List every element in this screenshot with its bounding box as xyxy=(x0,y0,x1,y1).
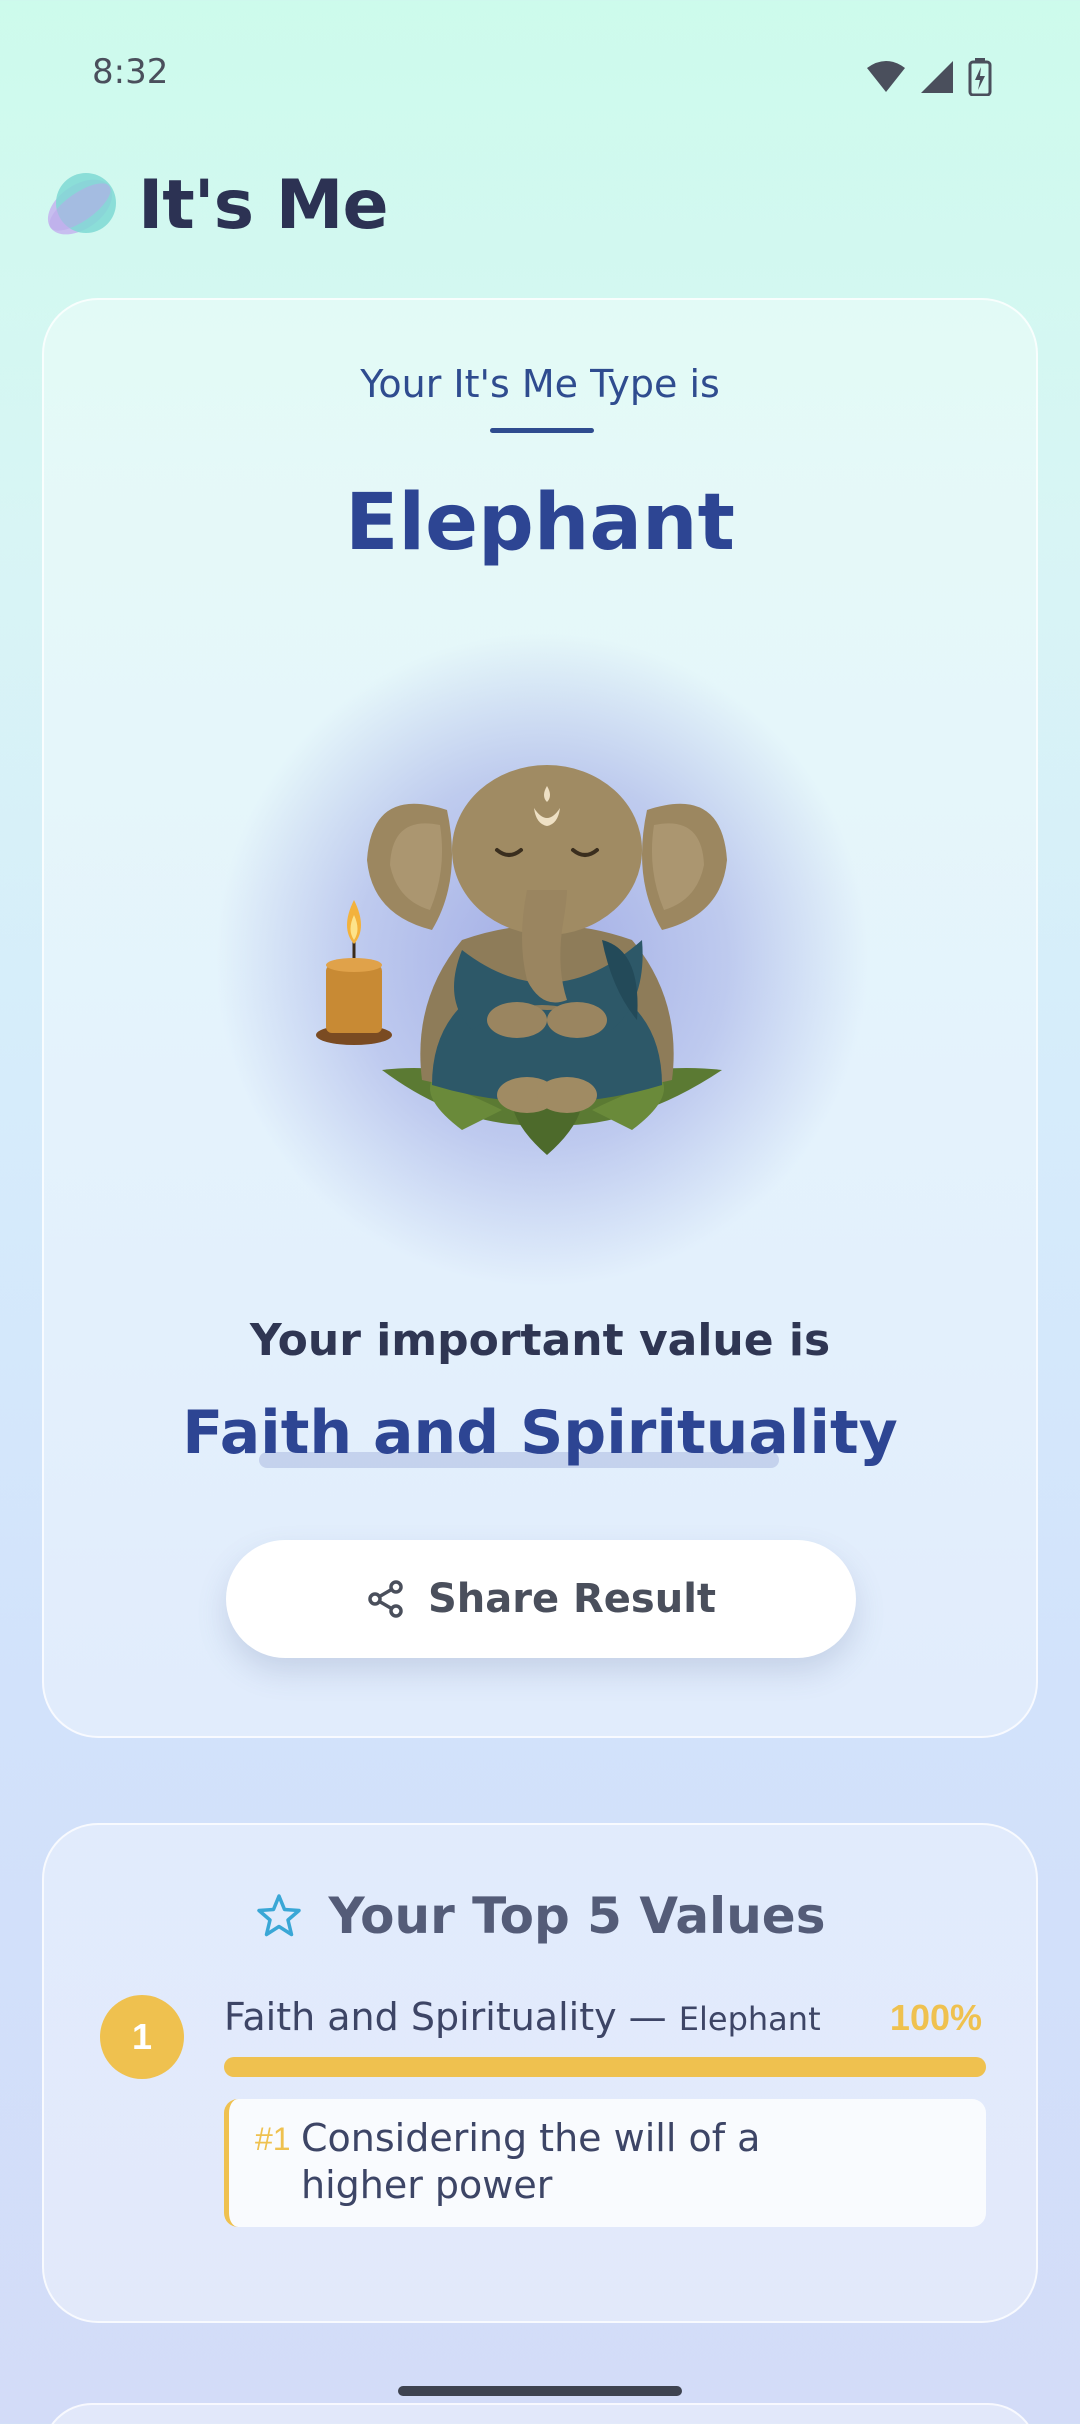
status-bar: 8:32 xyxy=(0,0,1080,150)
value-row-name: Faith and Spirituality — Elephant xyxy=(224,1995,821,2039)
rank-badge: 1 xyxy=(100,1995,184,2079)
share-result-button[interactable]: Share Result xyxy=(226,1540,856,1658)
behavior-item: #1 Considering the will of a higher powe… xyxy=(224,2099,986,2227)
value-progress-track xyxy=(224,2057,986,2077)
status-icons xyxy=(866,58,992,96)
value-row-title: Faith and Spirituality — xyxy=(224,1995,667,2039)
value-name: Faith and Spirituality xyxy=(182,1398,898,1468)
battery-icon xyxy=(968,58,992,96)
home-indicator[interactable] xyxy=(398,2386,682,2396)
behavior-rank: #1 xyxy=(255,2121,291,2157)
status-time: 8:32 xyxy=(92,52,169,92)
result-card: Your It's Me Type is Elephant Your impor… xyxy=(42,298,1038,1738)
signal-icon xyxy=(921,61,953,93)
value-row-animal: Elephant xyxy=(678,2000,821,2038)
behavior-text: Considering the will of a higher power xyxy=(301,2116,761,2207)
share-icon xyxy=(368,1580,403,1618)
type-label: Your It's Me Type is xyxy=(360,362,720,406)
value-intro: Your important value is xyxy=(249,1315,831,1366)
top-values-title: Your Top 5 Values xyxy=(328,1887,826,1945)
next-card xyxy=(42,2403,1038,2424)
share-button-label: Share Result xyxy=(427,1576,717,1622)
wifi-icon xyxy=(867,61,905,92)
value-progress-fill xyxy=(224,2057,986,2077)
value-row-percent: 100% xyxy=(889,1997,982,2038)
type-name: Elephant xyxy=(345,478,735,568)
title-divider xyxy=(490,428,594,433)
elephant-mascot xyxy=(316,765,727,1155)
top-values-header: Your Top 5 Values xyxy=(44,1887,1036,1945)
top-values-card: Your Top 5 Values 1 Faith and Spirituali… xyxy=(42,1823,1038,2323)
app-logo-icon xyxy=(40,165,124,245)
star-icon xyxy=(256,1894,301,1937)
app-header: It's Me xyxy=(40,165,389,245)
app-title: It's Me xyxy=(138,165,389,245)
